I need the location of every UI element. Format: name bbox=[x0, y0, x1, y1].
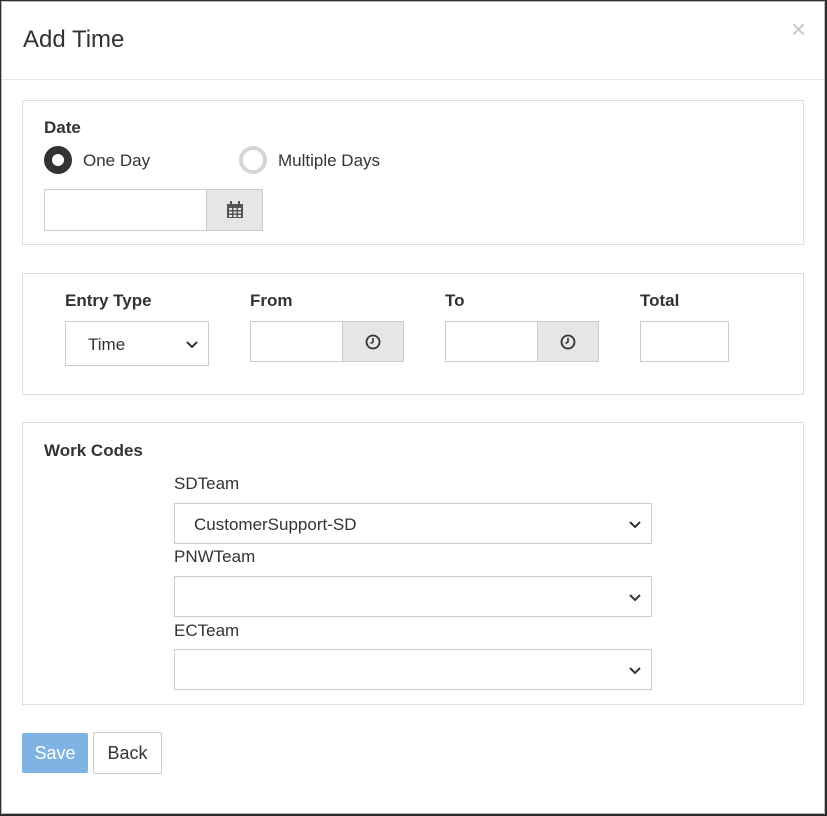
total-label: Total bbox=[640, 291, 680, 310]
ecteam-label: ECTeam bbox=[174, 621, 240, 640]
calendar-button[interactable] bbox=[206, 189, 263, 231]
back-button[interactable]: Back bbox=[93, 732, 162, 774]
date-panel: Date One Day Multiple Days bbox=[22, 100, 804, 245]
pnwteam-select[interactable] bbox=[174, 576, 652, 617]
chevron-down-icon bbox=[186, 341, 198, 349]
multiple-days-radio[interactable] bbox=[239, 146, 267, 174]
from-clock-button[interactable] bbox=[342, 321, 404, 362]
sdteam-label: SDTeam bbox=[174, 474, 240, 493]
entry-panel: Entry Type Time From To Total bbox=[22, 273, 804, 395]
ecteam-select[interactable] bbox=[174, 649, 652, 690]
clock-icon bbox=[560, 334, 576, 349]
date-label: Date bbox=[44, 118, 81, 137]
to-input[interactable] bbox=[445, 321, 538, 362]
entry-type-select[interactable]: Time bbox=[65, 321, 209, 366]
to-label: To bbox=[445, 291, 465, 310]
modal-header: Add Time × bbox=[2, 2, 824, 80]
from-input[interactable] bbox=[250, 321, 343, 362]
add-time-modal: Add Time × Date One Day Multiple Days En bbox=[1, 1, 825, 814]
entry-type-value: Time bbox=[88, 335, 126, 354]
save-button[interactable]: Save bbox=[22, 733, 88, 773]
sdteam-select[interactable]: CustomerSupport-SD bbox=[174, 503, 652, 544]
chevron-down-icon bbox=[629, 667, 641, 675]
chevron-down-icon bbox=[629, 594, 641, 602]
clock-icon bbox=[365, 334, 381, 349]
total-input[interactable] bbox=[640, 321, 729, 362]
modal-title: Add Time bbox=[23, 26, 125, 53]
chevron-down-icon bbox=[629, 521, 641, 529]
from-label: From bbox=[250, 291, 293, 310]
multiple-days-label: Multiple Days bbox=[278, 151, 381, 170]
one-day-radio[interactable] bbox=[44, 146, 72, 174]
pnwteam-label: PNWTeam bbox=[174, 547, 256, 566]
to-clock-button[interactable] bbox=[537, 321, 599, 362]
entry-type-label: Entry Type bbox=[65, 291, 152, 310]
close-icon[interactable]: × bbox=[791, 16, 806, 42]
work-codes-panel: Work Codes SDTeam CustomerSupport-SD PNW… bbox=[22, 422, 804, 705]
date-input[interactable] bbox=[44, 189, 207, 231]
calendar-icon bbox=[226, 201, 243, 218]
sdteam-value: CustomerSupport-SD bbox=[194, 515, 357, 534]
work-codes-label: Work Codes bbox=[44, 441, 143, 460]
one-day-label: One Day bbox=[83, 151, 151, 170]
